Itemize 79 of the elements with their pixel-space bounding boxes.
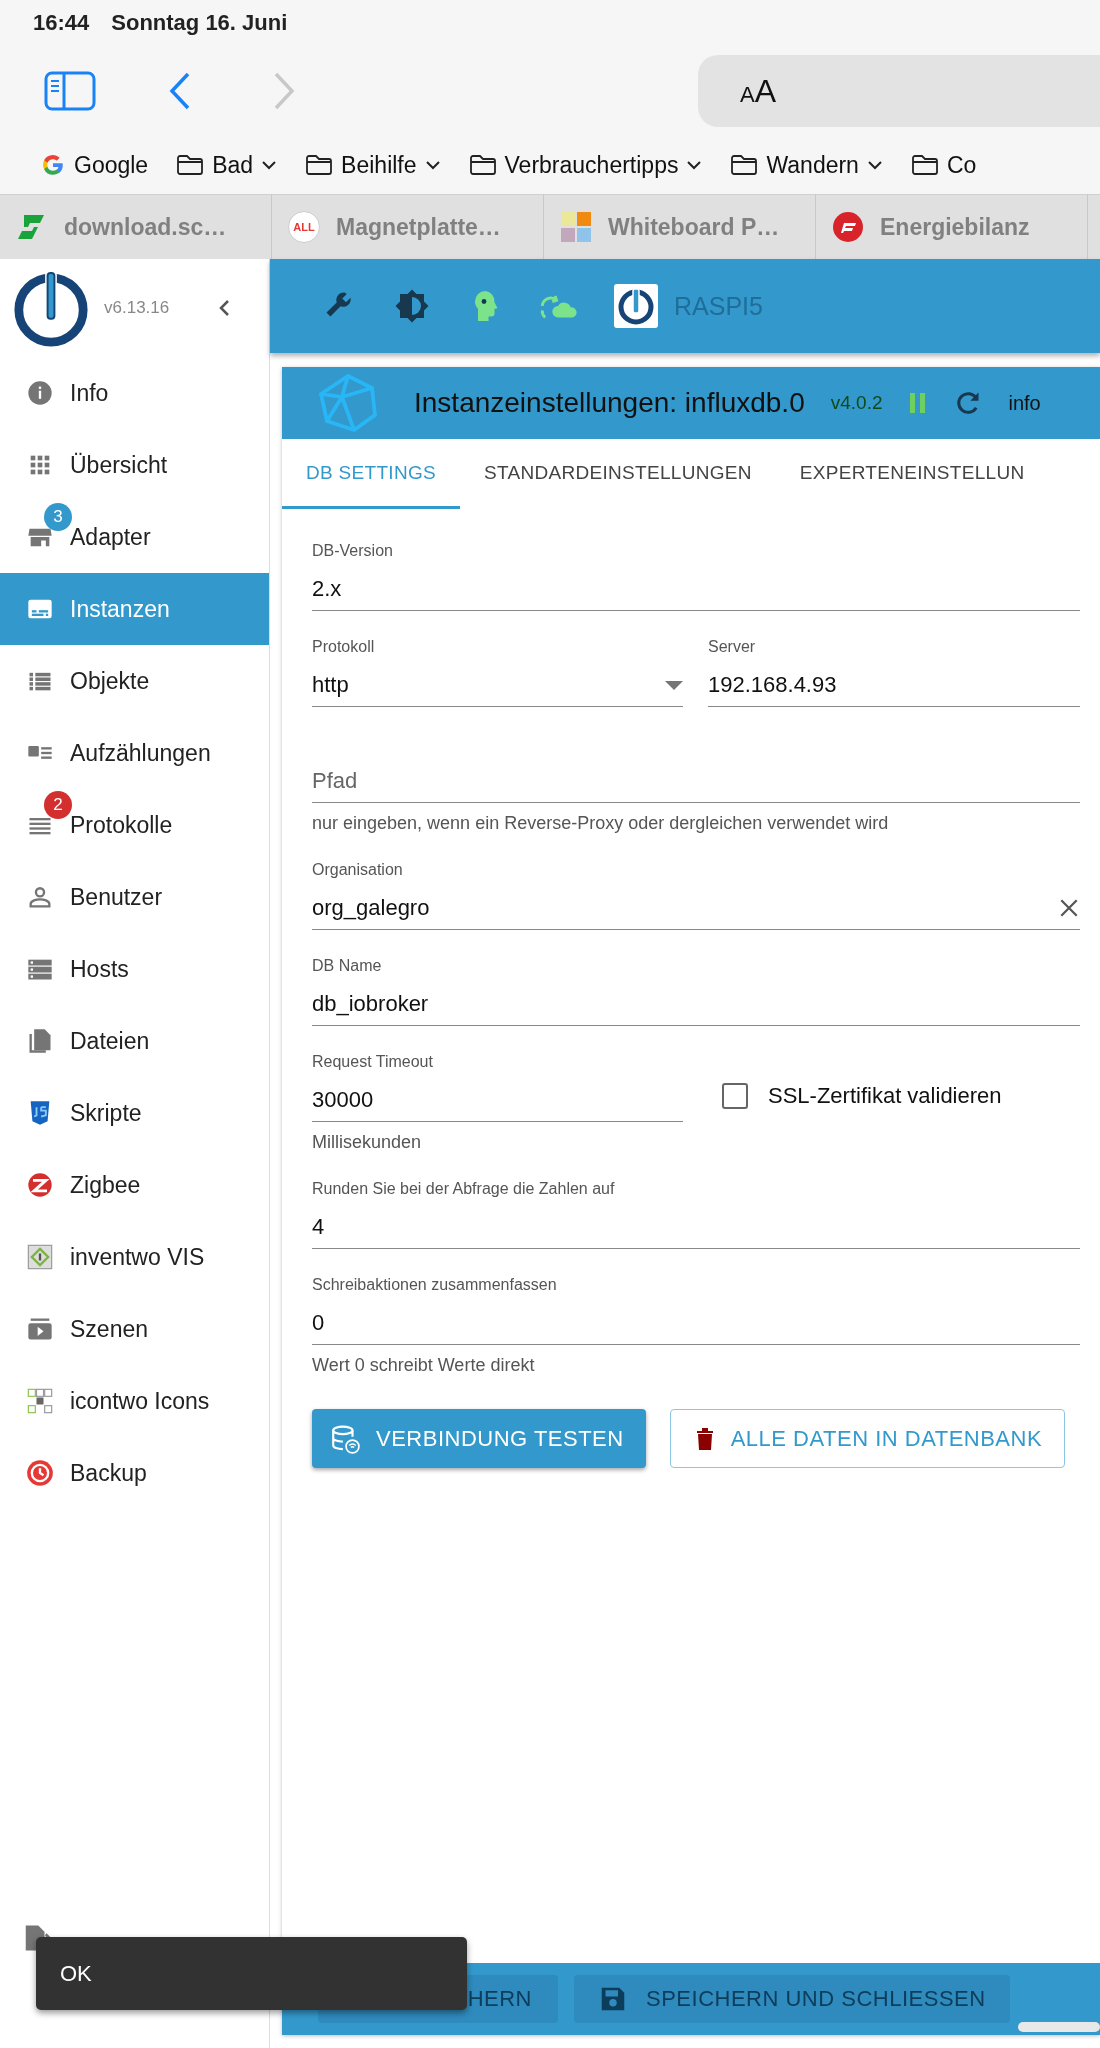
database-icon	[330, 1423, 360, 1454]
helper-text: nur eingeben, wenn ein Reverse-Proxy oder dergleichen verwendet wird	[312, 813, 890, 834]
zigzag-logo-icon	[26, 1171, 54, 1199]
folder-icon	[176, 153, 205, 177]
tab-logo-badge: ALL	[288, 211, 320, 243]
nav-item[interactable]: Info	[0, 357, 269, 429]
nav-item[interactable]: Objekte	[0, 645, 269, 717]
bookmark-item[interactable]: Google	[40, 151, 149, 179]
field-label: DB-Version	[312, 542, 394, 560]
input-field[interactable]: Pfad	[312, 760, 1080, 803]
round-logo-icon	[832, 211, 864, 243]
input-field[interactable]: 2.x	[312, 568, 1080, 611]
field-label: Protokoll	[312, 638, 376, 656]
app-logo-icon	[614, 284, 658, 328]
field-label: Runden Sie bei der Abfrage die Zahlen auf	[312, 1180, 616, 1198]
settings-tab[interactable]: STANDARDEINSTELLUNGEN	[460, 439, 776, 509]
trash-icon	[694, 1425, 715, 1452]
folder-icon	[468, 153, 497, 177]
nav-item[interactable]: Skripte	[0, 1077, 269, 1149]
helper-text: Millisekunden	[312, 1132, 423, 1153]
nav-item[interactable]: Übersicht	[0, 429, 269, 501]
count-badge: 2	[44, 791, 72, 819]
bookmark-item[interactable]: Beihilfe	[305, 151, 441, 179]
sidebar-toggle-icon[interactable]	[44, 71, 96, 111]
version-text: v4.0.2	[830, 392, 883, 414]
info-icon	[26, 379, 54, 407]
nav-item[interactable]: inventwo VIS	[0, 1221, 269, 1293]
instance-title: Instanzeinstellungen: influxdb.0	[414, 387, 805, 419]
clear-icon[interactable]	[1058, 897, 1080, 919]
backup-icon	[26, 1459, 54, 1487]
folder-icon	[730, 153, 759, 177]
bookmark-item[interactable]: Bad	[176, 151, 278, 179]
color-squares-icon	[560, 211, 592, 243]
select-field[interactable]: http	[312, 664, 683, 707]
folder-icon	[305, 153, 334, 177]
field-label: Organisation	[312, 861, 404, 879]
bookmark-item[interactable]: Wandern	[730, 151, 883, 179]
input-field[interactable]: 0	[312, 1302, 1080, 1345]
nav-item[interactable]: Dateien	[0, 1005, 269, 1077]
nav-item[interactable]: Backup	[0, 1437, 269, 1509]
nav-item[interactable]: Zigbee	[0, 1149, 269, 1221]
version-text: v6.13.16	[104, 298, 171, 318]
back-icon[interactable]	[168, 71, 192, 111]
search-engine-logo-icon	[40, 152, 66, 178]
toast-message: OK	[36, 1937, 467, 2010]
checkbox-label: SSL-Zertifikat validieren	[768, 1083, 1002, 1109]
field-label: Schreibaktionen zusammenfassen	[312, 1276, 558, 1294]
folder-icon	[910, 153, 939, 177]
bookmark-item[interactable]: Co	[910, 151, 977, 179]
address-field[interactable]: AA	[698, 55, 1100, 127]
input-field[interactable]: 4	[312, 1206, 1080, 1249]
nav-item[interactable]: Szenen	[0, 1293, 269, 1365]
info-link[interactable]: info	[1008, 391, 1041, 415]
nav-item[interactable]: Hosts	[0, 933, 269, 1005]
nav-item[interactable]: icontwo Icons	[0, 1365, 269, 1437]
polyhedron-icon	[318, 373, 378, 433]
dropdown-arrow-icon	[665, 680, 683, 690]
count-badge: 3	[44, 503, 72, 531]
input-field[interactable]: 192.168.4.93	[708, 664, 1080, 707]
input-field[interactable]: 30000	[312, 1079, 683, 1122]
field-label: DB Name	[312, 957, 383, 975]
checkbox[interactable]	[722, 1083, 748, 1109]
helper-text: Wert 0 schreibt Werte direkt	[312, 1355, 536, 1376]
bookmark-item[interactable]: Verbrauchertipps	[468, 151, 703, 179]
collapse-chevron-icon[interactable]	[218, 299, 230, 317]
nav-item[interactable]: Benutzer	[0, 861, 269, 933]
date-text: Sonntag 16. Juni	[111, 10, 288, 36]
field-label: Request Timeout	[312, 1053, 434, 1071]
power-logo-icon	[12, 269, 90, 347]
nav-item[interactable]: 3 Adapter	[0, 501, 269, 573]
brightness-icon[interactable]	[394, 288, 430, 324]
settings-tab[interactable]: EXPERTENEINSTELLUN	[775, 439, 1049, 509]
clock-time: 16:44	[33, 10, 90, 36]
input-field[interactable]: org_galegro	[312, 887, 1080, 930]
input-field[interactable]: db_iobroker	[312, 983, 1080, 1026]
nav-item[interactable]: Aufzählungen	[0, 717, 269, 789]
icon-grid-icon	[26, 1387, 54, 1415]
nav-item[interactable]: 2 Protokolle	[0, 789, 269, 861]
field-label: Server	[708, 638, 757, 656]
